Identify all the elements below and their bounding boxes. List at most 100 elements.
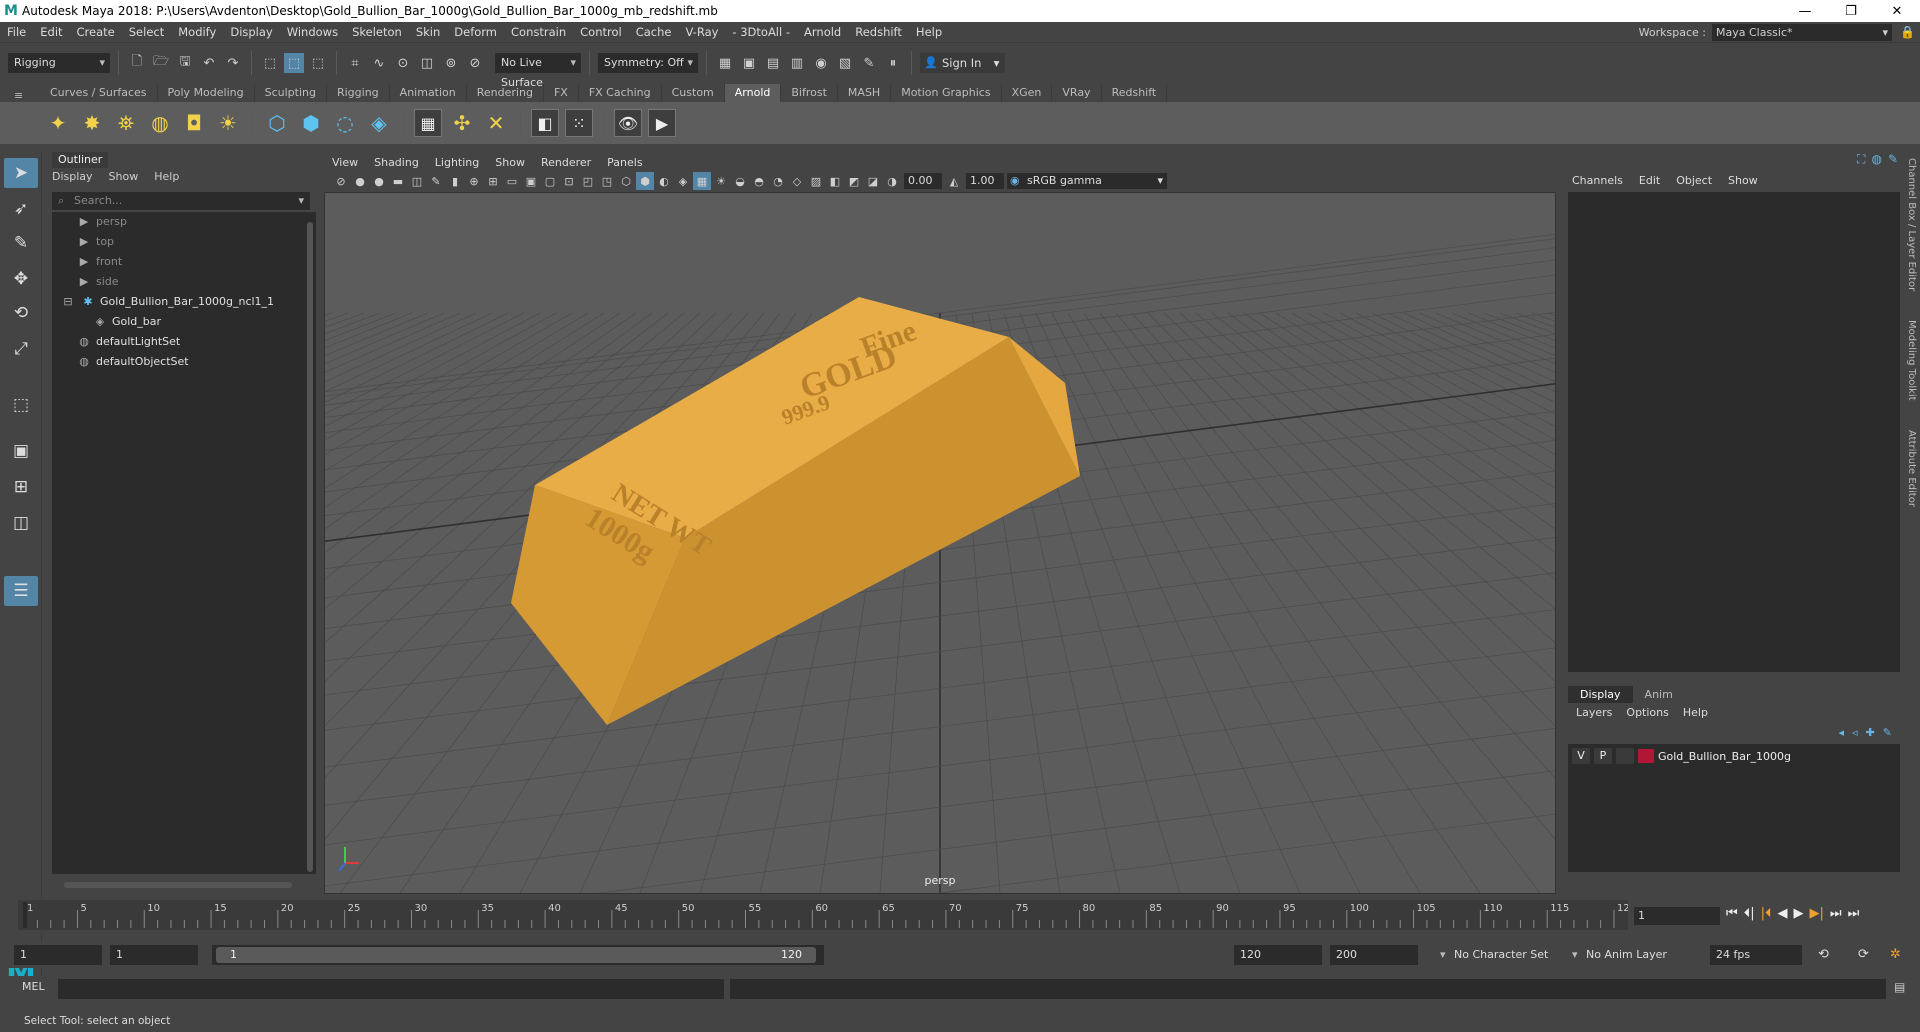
wireframe-on-shaded-icon[interactable]: ◈ bbox=[674, 172, 692, 190]
four-view-layout-icon[interactable]: ⊞ bbox=[4, 472, 38, 502]
shelf-tab-animation[interactable]: Animation bbox=[390, 84, 467, 102]
menu-redshift[interactable]: Redshift bbox=[848, 25, 909, 39]
outliner-menu-display[interactable]: Display bbox=[52, 170, 93, 183]
go-to-end-icon[interactable]: ⏭ bbox=[1848, 906, 1860, 921]
viewport-menu-renderer[interactable]: Renderer bbox=[541, 156, 591, 169]
layer-tab-display[interactable]: Display bbox=[1568, 686, 1633, 703]
pause-icon[interactable]: ⏸ bbox=[883, 53, 903, 73]
3d-viewport[interactable]: Fine GOLD 999.9 NET WT 1000g persp bbox=[324, 192, 1556, 894]
snap-plane-icon[interactable]: ⊘ bbox=[465, 53, 485, 73]
arnold-render-view-icon[interactable]: 👁 bbox=[614, 109, 642, 137]
viewport-menu-view[interactable]: View bbox=[332, 156, 358, 169]
menu-vray[interactable]: V-Ray bbox=[678, 25, 725, 39]
physical-sky-icon[interactable]: ☀ bbox=[214, 109, 242, 137]
render-current-icon[interactable]: ▣ bbox=[739, 53, 759, 73]
shelf-tab-bifrost[interactable]: Bifrost bbox=[781, 84, 838, 102]
shelf-tab-fx-caching[interactable]: FX Caching bbox=[579, 84, 662, 102]
scene-end-field[interactable]: 200 bbox=[1330, 945, 1418, 965]
shelf-tab-mash[interactable]: MASH bbox=[838, 84, 892, 102]
shadows-icon[interactable]: ◒ bbox=[731, 172, 749, 190]
side-tab-modeling-toolkit[interactable]: Modeling Toolkit bbox=[1906, 320, 1917, 401]
step-back-frame-icon[interactable]: |⏴ bbox=[1761, 906, 1772, 921]
playback-end-field[interactable]: 120 bbox=[1234, 945, 1322, 965]
bookmarks-icon[interactable]: ● bbox=[370, 172, 388, 190]
menu-edit[interactable]: Edit bbox=[33, 25, 69, 39]
gamma-icon[interactable]: ◭ bbox=[945, 172, 963, 190]
area-light-icon[interactable]: ✦ bbox=[44, 109, 72, 137]
auto-key-icon[interactable]: ⟳ bbox=[1858, 947, 1869, 962]
shelf-tab-sculpting[interactable]: Sculpting bbox=[255, 84, 327, 102]
mesh-light-icon[interactable]: ✸ bbox=[78, 109, 106, 137]
render-view-icon[interactable]: ▦ bbox=[715, 53, 735, 73]
two-view-layout-icon[interactable]: ◫ bbox=[4, 508, 38, 538]
select-tool-icon[interactable]: ➤ bbox=[4, 158, 38, 188]
time-ruler[interactable]: 1 5 10 15 20 25 30 35 40 45 50 55 60 65 70 75 80 85 90 95 10… bbox=[18, 900, 1628, 930]
export-standin-icon[interactable]: ⬢ bbox=[297, 109, 325, 137]
outliner-search-input[interactable]: Search... bbox=[52, 192, 310, 210]
shelf-menu-icon[interactable]: ≡ bbox=[14, 89, 23, 102]
collapse-icon[interactable]: ⊟ bbox=[60, 292, 76, 312]
ambient-occlusion-icon[interactable]: ◓ bbox=[750, 172, 768, 190]
menu-select[interactable]: Select bbox=[122, 25, 171, 39]
color-management-dropdown[interactable]: sRGB gamma bbox=[1007, 173, 1167, 189]
shelf-tab-arnold[interactable]: Arnold bbox=[724, 84, 782, 102]
layer-row[interactable]: V P Gold_Bullion_Bar_1000g bbox=[1572, 746, 1892, 766]
snap-live-icon[interactable]: ⊚ bbox=[441, 53, 461, 73]
safe-title-icon[interactable]: ◳ bbox=[598, 172, 616, 190]
smooth-shade-icon[interactable]: ⬢ bbox=[636, 172, 654, 190]
two-d-pan-icon[interactable]: ◫ bbox=[408, 172, 426, 190]
outliner-menu-help[interactable]: Help bbox=[154, 170, 179, 183]
shelf-tab-rigging[interactable]: Rigging bbox=[327, 84, 390, 102]
new-scene-icon[interactable]: 🗋 bbox=[127, 53, 147, 73]
menu-skeleton[interactable]: Skeleton bbox=[345, 25, 409, 39]
layer-color-swatch[interactable] bbox=[1638, 749, 1654, 763]
menu-help[interactable]: Help bbox=[909, 25, 949, 39]
menu-deform[interactable]: Deform bbox=[447, 25, 504, 39]
new-empty-layer-icon[interactable]: ✚ bbox=[1866, 726, 1875, 739]
anim-layer-dropdown[interactable]: No Anim Layer bbox=[1572, 945, 1667, 965]
xray-joints-icon[interactable]: ◩ bbox=[845, 172, 863, 190]
skydome-light-icon[interactable]: ◍ bbox=[146, 109, 174, 137]
redo-icon[interactable]: ↷ bbox=[223, 53, 243, 73]
shelf-tab-custom[interactable]: Custom bbox=[662, 84, 725, 102]
paint-select-tool-icon[interactable]: ✎ bbox=[4, 228, 38, 258]
scene-start-field[interactable]: 1 bbox=[14, 945, 102, 965]
open-scene-icon[interactable]: 🗁 bbox=[151, 53, 171, 73]
light-editor-icon[interactable]: ✎ bbox=[859, 53, 879, 73]
snap-curve-icon[interactable]: ∿ bbox=[369, 53, 389, 73]
outliner-layout-icon[interactable]: ☰ bbox=[4, 576, 38, 606]
shelf-tab-fx[interactable]: FX bbox=[544, 84, 579, 102]
exposure-field[interactable]: 0.00 bbox=[904, 173, 942, 189]
tx-manager-shelf-icon[interactable]: ⁙ bbox=[565, 109, 593, 137]
xray-components-icon[interactable]: ◪ bbox=[864, 172, 882, 190]
maximize-button[interactable]: ❐ bbox=[1828, 0, 1874, 22]
script-editor-icon[interactable]: ▤ bbox=[1894, 980, 1912, 998]
gate-mask-icon[interactable]: ▢ bbox=[541, 172, 559, 190]
scale-tool-icon[interactable]: ⤢ bbox=[4, 334, 38, 364]
outliner-item-top[interactable]: ▶ top bbox=[52, 232, 298, 252]
side-tab-channel-box[interactable]: Channel Box / Layer Editor bbox=[1906, 158, 1917, 291]
field-chart-icon[interactable]: ⊡ bbox=[560, 172, 578, 190]
render-view-shelf-icon[interactable]: ◧ bbox=[531, 109, 559, 137]
use-lights-icon[interactable]: ☀ bbox=[712, 172, 730, 190]
shelf-tab-curves-surfaces[interactable]: Curves / Surfaces bbox=[40, 84, 158, 102]
layer-menu-layers[interactable]: Layers bbox=[1576, 706, 1612, 719]
layer-menu-help[interactable]: Help bbox=[1683, 706, 1708, 719]
range-bar[interactable]: 1 120 bbox=[212, 945, 824, 965]
outliner-item-persp[interactable]: ▶ persp bbox=[52, 212, 298, 232]
animation-preferences-icon[interactable]: ✲ bbox=[1890, 947, 1901, 962]
command-input[interactable] bbox=[58, 979, 724, 999]
tx-convert-icon[interactable]: ✣ bbox=[448, 109, 476, 137]
loop-icon[interactable]: ⟲ bbox=[1818, 947, 1829, 962]
menu-arnold[interactable]: Arnold bbox=[797, 25, 848, 39]
viewport-menu-lighting[interactable]: Lighting bbox=[435, 156, 479, 169]
menu-constrain[interactable]: Constrain bbox=[504, 25, 573, 39]
select-component-icon[interactable]: ⬚ bbox=[308, 53, 328, 73]
tool-settings-toggle-icon[interactable]: ✎ bbox=[1888, 152, 1898, 167]
layer-playback-toggle[interactable]: P bbox=[1594, 748, 1612, 764]
menu-windows[interactable]: Windows bbox=[280, 25, 345, 39]
resolution-gate-icon[interactable]: ▣ bbox=[522, 172, 540, 190]
wireframe-icon[interactable]: ⬡ bbox=[617, 172, 635, 190]
outliner-horizontal-scrollbar[interactable] bbox=[52, 880, 310, 890]
flush-cache-icon[interactable]: ◈ bbox=[365, 109, 393, 137]
